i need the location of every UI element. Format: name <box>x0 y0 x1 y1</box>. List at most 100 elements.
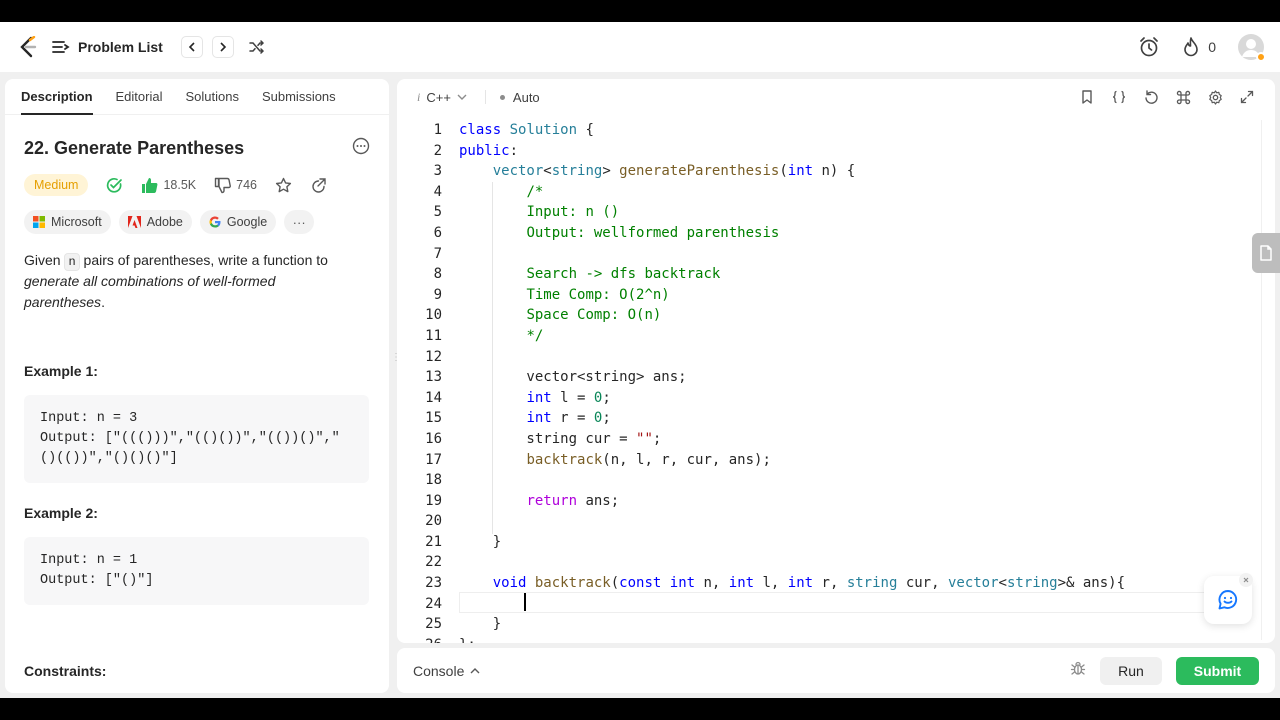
inline-code: n <box>64 253 80 271</box>
code-line[interactable]: 25 } <box>397 614 1275 635</box>
language-info-icon: i <box>417 89 421 104</box>
run-button[interactable]: Run <box>1100 656 1162 685</box>
code-line[interactable]: 2 public: <box>397 141 1275 162</box>
braces-icon <box>1112 90 1126 104</box>
list-icon <box>52 41 70 53</box>
code-text: Space Comp: O(n) <box>526 307 662 324</box>
problem-list-label: Problem List <box>78 39 163 55</box>
line-number: 21 <box>425 533 442 550</box>
code-line[interactable]: 12 <box>397 347 1275 368</box>
code-line[interactable]: 11 */ <box>397 326 1275 347</box>
description-panel: Description Editorial Solutions Submissi… <box>5 79 389 693</box>
line-number: 10 <box>425 307 442 324</box>
language-label: C++ <box>426 89 451 105</box>
bookmark-button[interactable] <box>1079 89 1095 105</box>
solved-status <box>106 177 123 194</box>
company-tag-google[interactable]: Google <box>199 210 277 234</box>
code-line[interactable]: 9 Time Comp: O(2^n) <box>397 285 1275 306</box>
code-line[interactable]: 3 vector<string> generateParenthesis(int… <box>397 161 1275 182</box>
share-button[interactable] <box>310 177 327 194</box>
code-line[interactable]: 5 Input: n () <box>397 202 1275 223</box>
code-line[interactable]: 18 <box>397 470 1275 491</box>
streak-counter[interactable]: 0 <box>1182 37 1216 57</box>
language-select[interactable]: i C++ <box>417 90 467 105</box>
code-line[interactable]: 6 Output: wellformed parenthesis <box>397 223 1275 244</box>
console-toggle[interactable]: Console <box>413 663 480 679</box>
company-tag-microsoft[interactable]: Microsoft <box>24 210 111 234</box>
company-tags: Microsoft Adobe Google ··· <box>24 210 370 234</box>
shortcuts-button[interactable] <box>1175 89 1191 105</box>
line-number: 1 <box>433 122 442 138</box>
company-tag-adobe[interactable]: Adobe <box>118 210 192 234</box>
chevron-up-icon <box>470 667 480 673</box>
tab-description[interactable]: Description <box>21 79 93 115</box>
code-line[interactable]: 22 <box>397 552 1275 573</box>
random-problem-button[interactable] <box>249 40 265 54</box>
tab-submissions[interactable]: Submissions <box>262 79 336 115</box>
code-text: Search -> dfs backtrack <box>526 266 721 283</box>
desc-text: Given <box>24 252 65 268</box>
code-text: Input: n () <box>526 204 620 221</box>
line-number: 15 <box>425 410 442 427</box>
panel-resize-handle[interactable]: ⋮ <box>391 352 401 366</box>
code-line[interactable]: 21 } <box>397 532 1275 553</box>
line-number: 22 <box>425 554 442 571</box>
problem-statement: Given n pairs of parentheses, write a fu… <box>24 250 354 313</box>
prev-problem-button[interactable] <box>180 36 203 58</box>
side-notes-tab[interactable] <box>1252 233 1280 273</box>
code-line[interactable]: 20 <box>397 511 1275 532</box>
chevron-down-icon <box>457 94 467 100</box>
code-text: class Solution { <box>459 122 594 138</box>
code-line[interactable]: 7 <box>397 244 1275 265</box>
document-icon <box>1260 245 1272 261</box>
favorite-button[interactable] <box>275 177 292 194</box>
dislike-button[interactable]: 746 <box>214 177 257 194</box>
tab-solutions[interactable]: Solutions <box>185 79 238 115</box>
text-caret <box>524 593 526 611</box>
settings-button[interactable] <box>1207 89 1223 105</box>
code-area[interactable]: 1 class Solution { 2 public: 3 vector<string… <box>397 120 1275 643</box>
submit-button[interactable]: Submit <box>1176 656 1259 685</box>
line-number: 17 <box>425 451 442 468</box>
line-number: 3 <box>433 163 442 180</box>
line-number: 4 <box>433 183 442 200</box>
timer-button[interactable] <box>1138 36 1160 58</box>
code-line[interactable]: 1 class Solution { <box>397 120 1275 141</box>
problem-list-button[interactable]: Problem List <box>52 39 163 55</box>
alarm-clock-icon <box>1140 37 1159 57</box>
code-text: void backtrack(const int n, int l, int r… <box>492 575 1125 592</box>
more-companies-button[interactable]: ··· <box>284 210 315 234</box>
chat-close-button[interactable] <box>1239 573 1253 587</box>
code-line[interactable]: 17 backtrack(n, l, r, cur, ans); <box>397 450 1275 471</box>
code-line[interactable]: 23 void backtrack(const int n, int l, in… <box>397 573 1275 594</box>
next-problem-button[interactable] <box>211 36 234 58</box>
leetcode-logo-icon[interactable] <box>16 35 40 59</box>
fullscreen-button[interactable] <box>1239 89 1255 105</box>
tab-editorial[interactable]: Editorial <box>116 79 163 115</box>
code-line[interactable]: 26}; <box>397 635 1275 643</box>
code-line[interactable]: 8 Search -> dfs backtrack <box>397 264 1275 285</box>
code-line[interactable]: 4 /* <box>397 182 1275 203</box>
avatar[interactable] <box>1238 34 1266 62</box>
editor-scrollbar[interactable] <box>1261 120 1275 640</box>
toolbar-divider <box>484 90 486 104</box>
code-line[interactable]: 19 return ans; <box>397 491 1275 512</box>
debug-button[interactable] <box>1070 660 1086 681</box>
code-line[interactable]: 10 Space Comp: O(n) <box>397 305 1275 326</box>
desc-text: pairs of parentheses, write a function t… <box>79 252 328 268</box>
code-line[interactable]: 16 string cur = ""; <box>397 429 1275 450</box>
format-code-button[interactable] <box>1111 89 1127 105</box>
code-line[interactable]: 14 int l = 0; <box>397 388 1275 409</box>
thumbs-down-icon <box>214 177 232 193</box>
reset-code-button[interactable] <box>1143 89 1159 105</box>
code-editor-panel: i C++ Auto 1 class Solution {2 public: … <box>397 79 1275 643</box>
line-number: 13 <box>425 369 442 386</box>
auto-mode-toggle[interactable]: Auto <box>499 90 540 105</box>
more-options-button[interactable] <box>352 137 370 160</box>
google-logo-icon <box>209 216 221 228</box>
code-line[interactable]: 13 vector<string> ans; <box>397 367 1275 388</box>
like-button[interactable]: 18.5K <box>141 177 196 194</box>
code-line[interactable]: 15 int r = 0; <box>397 408 1275 429</box>
